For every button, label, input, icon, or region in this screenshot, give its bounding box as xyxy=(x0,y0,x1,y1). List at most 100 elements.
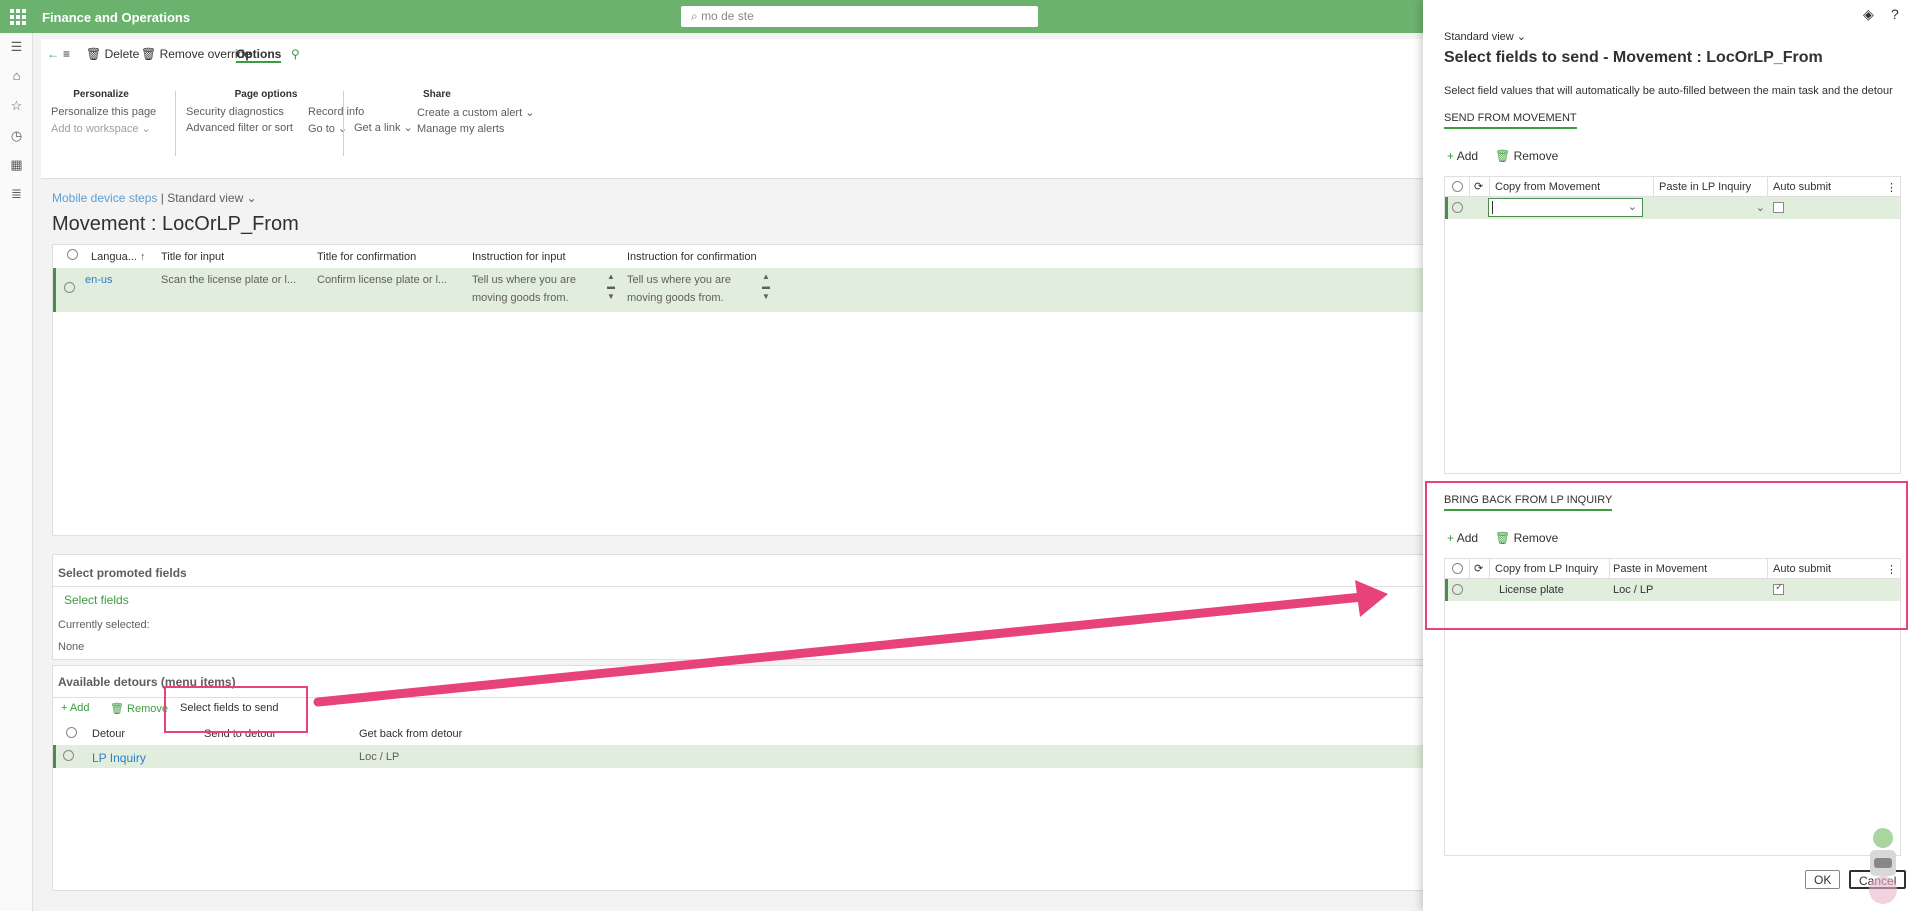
remove-label: Remove xyxy=(127,703,168,715)
title-confirmation-cell[interactable]: Confirm license plate or l... xyxy=(317,274,447,286)
row-radio[interactable] xyxy=(63,750,74,764)
instruction-input-line2: moving goods from. xyxy=(472,292,569,304)
chevron-down-icon: ⌄ xyxy=(1627,201,1637,213)
currently-selected-value: None xyxy=(58,641,85,653)
select-all-radio[interactable] xyxy=(1452,181,1463,195)
recent-clock-icon[interactable]: ◷ xyxy=(9,128,24,143)
add-label: Add xyxy=(69,702,90,714)
scroll-spinner-icon[interactable]: ▲ ▬ ▼ xyxy=(762,272,770,302)
col-header-title-confirmation[interactable]: Title for confirmation xyxy=(317,251,416,263)
workspaces-icon[interactable]: ▦ xyxy=(9,157,24,172)
col-header-copy-from[interactable]: Copy from Movement xyxy=(1495,181,1600,193)
send-remove-button[interactable]: 🗑 Remove xyxy=(1495,149,1558,163)
table-row[interactable]: LP Inquiry Loc / LP xyxy=(53,745,1423,768)
detour-cell[interactable]: LP Inquiry xyxy=(92,751,146,765)
advanced-filter-link[interactable]: Advanced filter or sort xyxy=(186,122,293,134)
back-arrow-icon[interactable]: ← xyxy=(47,47,59,61)
personalize-group: Personalize Personalize this page Add to… xyxy=(51,89,156,139)
remove-override-button[interactable]: 🗑 Remove override xyxy=(141,47,251,61)
auto-submit-checkbox[interactable] xyxy=(1773,202,1784,216)
breadcrumb: Mobile device steps | Standard view ⌄ xyxy=(52,191,257,205)
row-radio[interactable] xyxy=(64,282,75,296)
get-a-link-label: Get a link xyxy=(354,122,401,134)
ok-button[interactable]: OK xyxy=(1805,870,1841,889)
col-header-language-label: Langua... xyxy=(91,251,137,263)
table-row[interactable]: ⌄ ⌄ xyxy=(1445,197,1900,219)
group-header: Personalize xyxy=(73,89,129,100)
table-row[interactable]: en-us Scan the license plate or l... Con… xyxy=(53,268,1423,312)
column-options-icon[interactable]: ⋮ xyxy=(1886,181,1897,194)
col-header-auto-submit[interactable]: Auto submit xyxy=(1773,181,1831,193)
row-radio[interactable] xyxy=(1452,202,1463,216)
select-all-radio[interactable] xyxy=(67,249,78,263)
col-header-get-back[interactable]: Get back from detour xyxy=(359,728,462,740)
favorites-star-icon[interactable]: ☆ xyxy=(9,98,24,113)
get-back-cell[interactable]: Loc / LP xyxy=(359,751,399,763)
select-all-radio[interactable] xyxy=(66,727,77,741)
app-title: Finance and Operations xyxy=(42,10,191,25)
search-icon[interactable]: ⚲ xyxy=(291,47,300,61)
delete-button[interactable]: 🗑 Delete xyxy=(86,47,139,61)
security-diagnostics-link[interactable]: Security diagnostics xyxy=(186,106,293,118)
remove-label: Remove xyxy=(1513,149,1559,163)
record-info-link[interactable]: Record info xyxy=(308,106,364,118)
send-add-button[interactable]: + Add xyxy=(1447,149,1478,163)
scroll-spinner-icon[interactable]: ▲ ▬ ▼ xyxy=(607,272,615,302)
instruction-input-line1[interactable]: Tell us where you are xyxy=(472,274,576,286)
group-header: Share xyxy=(423,89,451,100)
trash-icon: 🗑 xyxy=(110,703,124,715)
app-launcher-icon[interactable] xyxy=(10,9,26,25)
highlight-box xyxy=(164,686,308,733)
help-icon[interactable]: ? xyxy=(1891,6,1899,22)
page-options-group: Page options Security diagnostics Advanc… xyxy=(186,89,364,139)
copy-from-dropdown[interactable]: ⌄ xyxy=(1488,198,1643,217)
trash-icon: 🗑 xyxy=(141,47,157,61)
create-alert-dropdown[interactable]: Create a custom alert ⌄ xyxy=(417,106,534,119)
instruction-confirmation-line1[interactable]: Tell us where you are xyxy=(627,274,731,286)
select-fields-panel: Standard view ⌄ ◈ ? Select fields to sen… xyxy=(1423,0,1920,911)
remove-detour-button[interactable]: 🗑 Remove xyxy=(110,702,168,715)
search-input[interactable]: ⌕ mo de ste xyxy=(681,6,1038,27)
breadcrumb-link[interactable]: Mobile device steps xyxy=(52,191,157,205)
create-alert-label: Create a custom alert xyxy=(417,107,523,119)
menu-lines-icon[interactable]: ≡ xyxy=(63,47,70,61)
view-selector[interactable]: Standard view xyxy=(167,191,243,205)
search-value: mo de ste xyxy=(701,9,754,23)
col-header-instruction-input[interactable]: Instruction for input xyxy=(472,251,566,263)
panel-description: Select field values that will automatica… xyxy=(1444,85,1893,97)
copilot-icon[interactable]: ◈ xyxy=(1863,6,1874,23)
refresh-icon[interactable]: ⟳ xyxy=(1474,180,1483,193)
panel-view-selector[interactable]: Standard view ⌄ xyxy=(1444,30,1526,43)
go-to-label: Go to xyxy=(308,123,335,135)
col-header-paste-in[interactable]: Paste in LP Inquiry xyxy=(1659,181,1751,193)
tab-options[interactable]: Options xyxy=(236,47,282,63)
breadcrumb-separator: | xyxy=(160,191,164,205)
currently-selected-label: Currently selected: xyxy=(58,619,150,631)
divider xyxy=(1767,177,1768,197)
hamburger-icon[interactable]: ☰ xyxy=(9,39,24,54)
add-to-workspace-link[interactable]: Add to workspace ⌄ xyxy=(51,122,151,135)
col-header-instruction-confirmation[interactable]: Instruction for confirmation xyxy=(627,251,757,263)
get-a-link-dropdown[interactable]: Get a link ⌄ xyxy=(354,121,413,134)
language-cell[interactable]: en-us xyxy=(85,274,113,286)
manage-alerts-link[interactable]: Manage my alerts xyxy=(417,123,517,135)
home-icon[interactable]: ⌂ xyxy=(9,68,24,83)
plus-icon: + xyxy=(61,702,68,714)
section-header[interactable]: Select promoted fields xyxy=(58,566,187,580)
group-header: Page options xyxy=(234,89,298,100)
plus-icon: + xyxy=(1447,149,1455,163)
col-header-language[interactable]: Langua... ↑ xyxy=(91,251,145,263)
sort-ascending-icon: ↑ xyxy=(139,251,146,263)
col-header-detour[interactable]: Detour xyxy=(92,728,125,740)
add-detour-button[interactable]: + Add xyxy=(61,702,89,714)
action-pane: ← ≡ 🗑 Delete 🗑 Remove override Options ⚲… xyxy=(41,39,1441,179)
language-grid: Langua... ↑ Title for input Title for co… xyxy=(52,244,1424,536)
modules-list-icon[interactable]: ≣ xyxy=(9,186,24,201)
divider xyxy=(1653,177,1654,197)
send-section-header[interactable]: SEND FROM MOVEMENT xyxy=(1444,112,1577,129)
grid-header-row: ⟳ Copy from Movement Paste in LP Inquiry… xyxy=(1445,177,1900,197)
title-input-cell[interactable]: Scan the license plate or l... xyxy=(161,274,296,286)
select-fields-button[interactable]: Select fields xyxy=(64,593,129,607)
col-header-title-input[interactable]: Title for input xyxy=(161,251,224,263)
personalize-this-page-link[interactable]: Personalize this page xyxy=(51,106,156,118)
